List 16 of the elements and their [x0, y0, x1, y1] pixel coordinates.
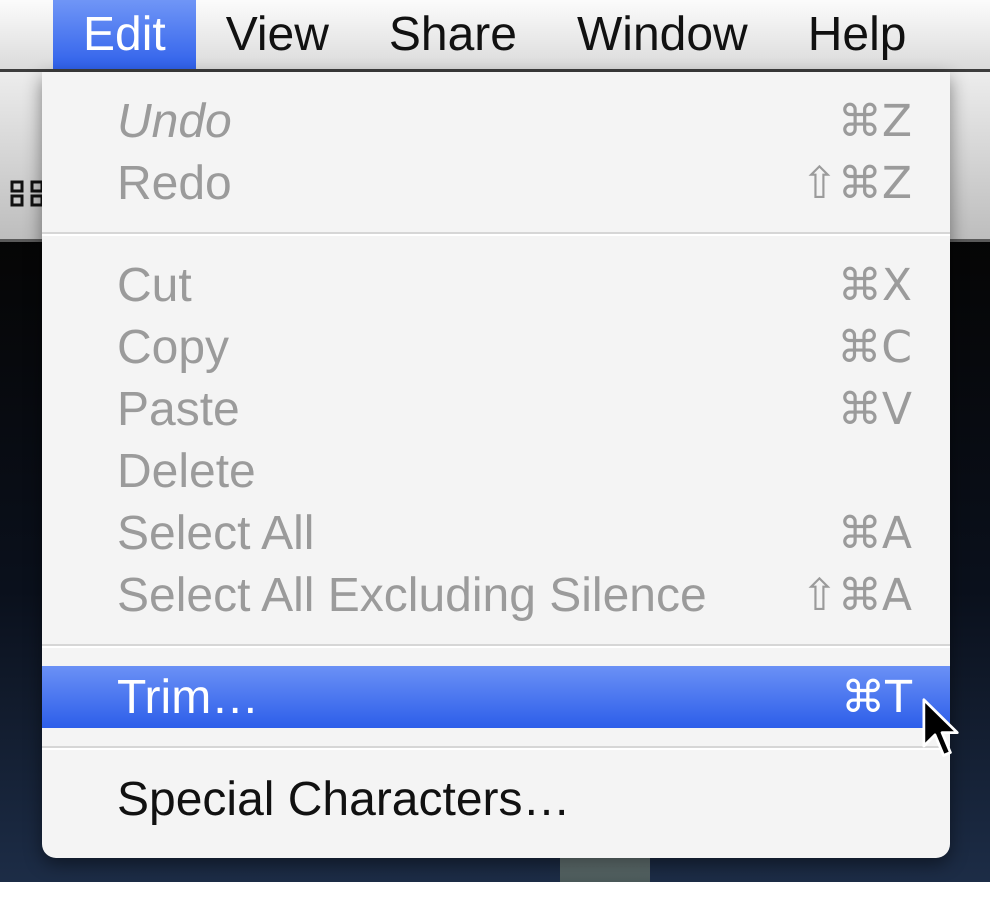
menu-bar-item[interactable]: Edit — [53, 0, 196, 69]
keyboard-shortcut: ⌘X — [838, 260, 912, 310]
menu-item[interactable]: Trim… ⌘T — [42, 666, 950, 728]
keyboard-shortcut: ⌘C — [837, 322, 912, 372]
keyboard-shortcut: ⌘A — [838, 508, 912, 558]
grid-icon[interactable] — [10, 180, 45, 207]
menu-bar-item[interactable]: View — [196, 0, 359, 69]
keyboard-shortcut: ⌘T — [841, 672, 912, 722]
keyboard-shortcut: ⌘V — [838, 384, 912, 434]
menu-bar-item[interactable]: Window — [546, 0, 778, 69]
keyboard-shortcut: ⇧⌘A — [801, 570, 912, 620]
menu-bar-item[interactable]: Help — [778, 0, 936, 69]
menu-item[interactable]: Special Characters… — [42, 768, 950, 830]
keyboard-shortcut: ⌘Z — [838, 96, 912, 146]
menu-bar-item[interactable]: Share — [358, 0, 547, 69]
keyboard-shortcut: ⇧⌘Z — [800, 158, 912, 208]
